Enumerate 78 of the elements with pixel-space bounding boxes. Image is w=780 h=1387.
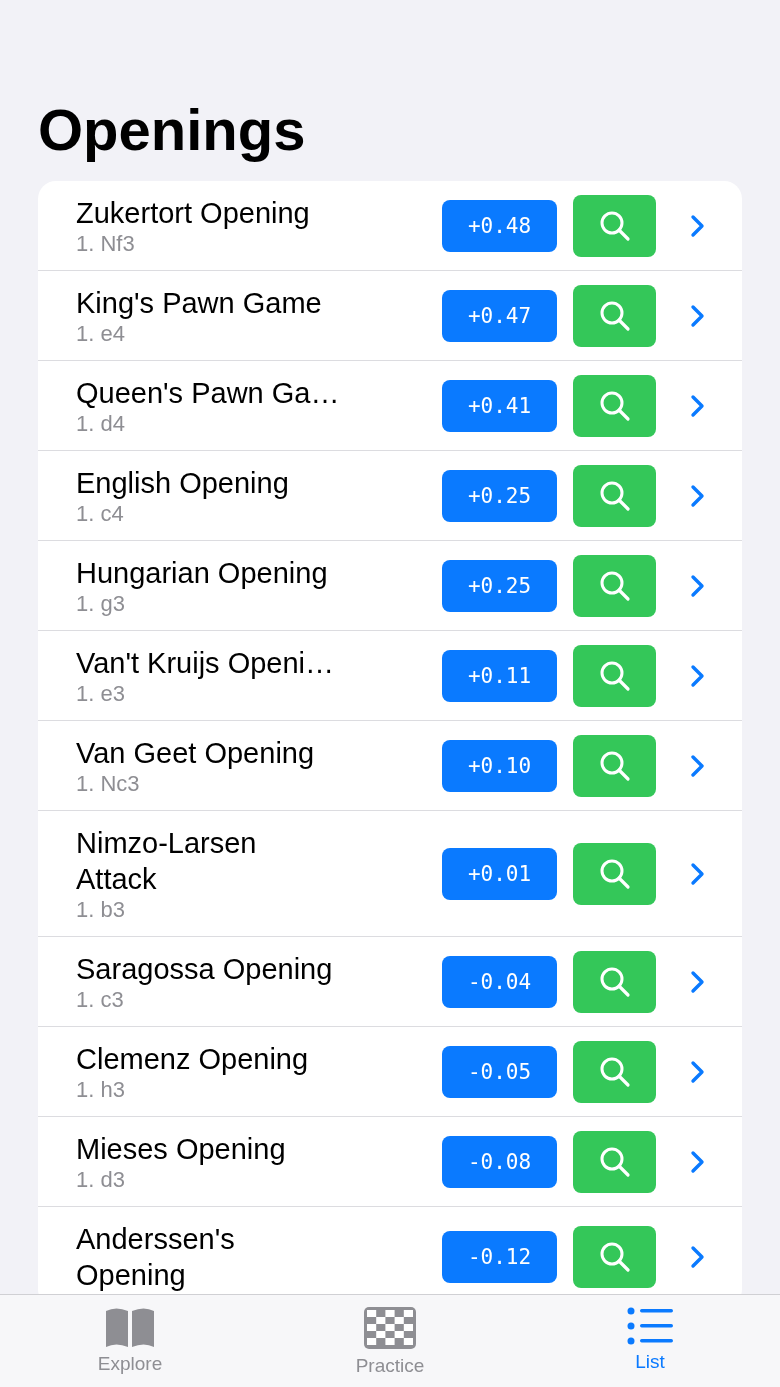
search-icon (598, 858, 631, 890)
opening-name: Saragossa Opening (76, 952, 334, 987)
search-button[interactable] (573, 735, 656, 797)
page-title: Openings (37, 96, 307, 164)
search-button[interactable] (573, 951, 656, 1013)
opening-move: 1. d4 (76, 411, 126, 437)
evaluation-badge: -0.08 (442, 1136, 557, 1188)
search-button[interactable] (573, 375, 656, 437)
evaluation-badge: +0.01 (442, 848, 557, 900)
evaluation-badge: +0.25 (442, 560, 557, 612)
list-icon (627, 1307, 673, 1345)
evaluation-badge: +0.25 (442, 470, 557, 522)
evaluation-badge: +0.48 (442, 200, 557, 252)
evaluation-badge: -0.04 (442, 956, 557, 1008)
chevron-icon (690, 1150, 706, 1174)
chevron-icon (690, 214, 706, 238)
opening-name: Anderssen's Opening (76, 1222, 236, 1293)
search-icon (598, 390, 631, 422)
search-icon (598, 660, 631, 692)
chessboard-icon (364, 1307, 416, 1349)
search-icon (598, 480, 631, 512)
opening-move: 1. e4 (76, 321, 126, 347)
opening-move: 1. Nf3 (76, 231, 136, 257)
opening-move: 1. c4 (76, 501, 125, 527)
opening-name: Hungarian Opening (76, 556, 329, 591)
search-button[interactable] (573, 285, 656, 347)
opening-move: 1. Nc3 (76, 771, 141, 797)
chevron-icon (690, 1060, 706, 1084)
chevron-icon (690, 304, 706, 328)
chevron-icon (690, 862, 706, 886)
evaluation-badge: +0.11 (442, 650, 557, 702)
opening-name: Nimzo-Larsen Attack (76, 826, 258, 897)
chevron-icon (690, 394, 706, 418)
evaluation-badge: -0.05 (442, 1046, 557, 1098)
tab[interactable]: Explore (0, 1295, 260, 1387)
search-button[interactable] (573, 1041, 656, 1103)
search-icon (598, 300, 631, 332)
opening-move: 1. b3 (76, 897, 126, 923)
opening-name: English Opening (76, 466, 290, 501)
tab[interactable]: List (520, 1295, 780, 1387)
search-button[interactable] (573, 195, 656, 257)
tab[interactable]: Practice (260, 1295, 520, 1387)
opening-name: King's Pawn Game (76, 286, 323, 321)
evaluation-badge: +0.10 (442, 740, 557, 792)
evaluation-badge: +0.47 (442, 290, 557, 342)
chevron-icon (690, 754, 706, 778)
opening-move: 1. e3 (76, 681, 126, 707)
opening-move: 1. d3 (76, 1167, 126, 1193)
opening-name: Zukertort Opening (76, 196, 311, 231)
search-icon (598, 210, 631, 242)
search-icon (598, 966, 631, 998)
search-button[interactable] (573, 1226, 656, 1288)
search-icon (598, 1056, 631, 1088)
chevron-icon (690, 574, 706, 598)
opening-name: Mieses Opening (76, 1132, 287, 1167)
chevron-icon (690, 484, 706, 508)
book-icon (104, 1307, 156, 1347)
search-icon (598, 570, 631, 602)
opening-move: 1. c3 (76, 987, 125, 1013)
search-button[interactable] (573, 645, 656, 707)
search-icon (598, 750, 631, 782)
evaluation-badge: -0.12 (442, 1231, 557, 1283)
opening-name: Van't Kruijs Openi… (76, 646, 336, 681)
search-button[interactable] (573, 555, 656, 617)
search-button[interactable] (573, 465, 656, 527)
evaluation-badge: +0.41 (442, 380, 557, 432)
opening-name: Queen's Pawn Ga… (76, 376, 341, 411)
search-button[interactable] (573, 1131, 656, 1193)
chevron-icon (690, 1245, 706, 1269)
opening-move: 1. g3 (76, 591, 126, 617)
search-button[interactable] (573, 843, 656, 905)
chevron-icon (690, 970, 706, 994)
opening-move: 1. h3 (76, 1077, 126, 1103)
search-icon (598, 1241, 631, 1273)
opening-name: Clemenz Opening (76, 1042, 310, 1077)
chevron-icon (690, 664, 706, 688)
search-icon (598, 1146, 631, 1178)
opening-name: Van Geet Opening (76, 736, 316, 771)
